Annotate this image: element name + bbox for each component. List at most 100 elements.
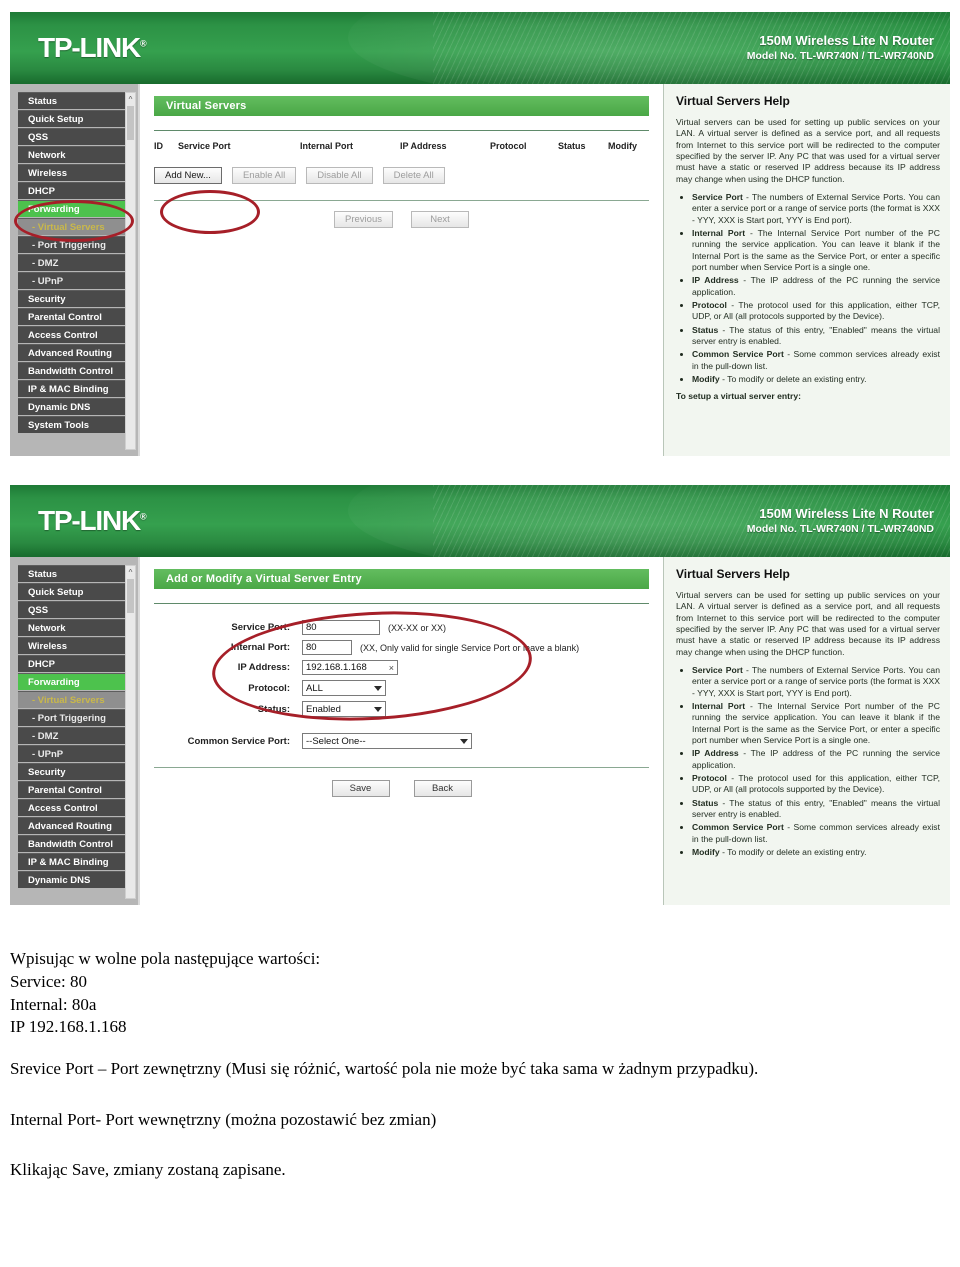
tplink-logo: TP-LINK® [38,507,147,535]
sidebar-item-network[interactable]: Network [18,619,130,636]
column-status: Status [558,141,586,151]
status-label: Status: [257,703,290,715]
help-item-service-port: Service Port - The numbers of External S… [692,665,940,699]
help-term: Service Port [692,664,743,675]
disable-all-button[interactable]: Disable All [306,167,373,184]
help-item-service-port: Service Port - The numbers of External S… [692,192,940,226]
scrollbar-thumb[interactable] [127,579,134,613]
sidebar-scrollbar[interactable]: ^ [125,565,136,899]
save-button[interactable]: Save [331,780,390,797]
service-port-hint: (XX-XX or XX) [388,622,447,633]
scroll-up-arrow-icon[interactable]: ^ [126,93,135,105]
sidebar-item-forwarding[interactable]: Forwarding [18,200,130,217]
sidebar-item-parental-control[interactable]: Parental Control [18,308,130,325]
chevron-down-icon [460,737,468,746]
sidebar-scrollbar[interactable]: ^ [125,92,136,450]
sidebar-item-qss[interactable]: QSS [18,128,130,145]
clear-icon[interactable]: × [383,663,394,673]
protocol-label: Protocol: [248,682,290,694]
instruction-notes: Wpisując w wolne pola następujące wartoś… [10,948,950,1183]
protocol-select[interactable]: ALL [302,680,386,696]
router-header: TP-LINK® 150M Wireless Lite N Router Mod… [10,12,950,84]
chevron-down-icon [374,684,382,693]
help-item-ip-address: IP Address - The IP address of the PC ru… [692,748,940,771]
sidebar-item-dmz[interactable]: - DMZ [18,727,130,744]
sidebar-item-advanced-routing[interactable]: Advanced Routing [18,344,130,361]
sidebar-item-advanced-routing[interactable]: Advanced Routing [18,817,130,834]
sidebar-item-dynamic-dns[interactable]: Dynamic DNS [18,871,130,888]
sidebar-item-upnp[interactable]: - UPnP [18,272,130,289]
sidebar-item-access-control[interactable]: Access Control [18,326,130,343]
sidebar-item-security[interactable]: Security [18,763,130,780]
next-button[interactable]: Next [410,211,469,228]
internal-port-input[interactable]: 80 [302,640,352,655]
sidebar-item-access-control[interactable]: Access Control [18,799,130,816]
model-title: 150M Wireless Lite N Router [759,32,934,48]
sidebar-item-wireless[interactable]: Wireless [18,637,130,654]
sidebar-item-security[interactable]: Security [18,290,130,307]
help-term: Modify [692,374,720,385]
sidebar-item-status[interactable]: Status [18,92,130,109]
form-actions: Save Back [154,780,649,797]
sidebar-item-wireless[interactable]: Wireless [18,164,130,181]
sidebar-item-dynamic-dns[interactable]: Dynamic DNS [18,398,130,415]
previous-button[interactable]: Previous [334,211,393,228]
protocol-value: ALL [306,682,323,694]
help-text: - To modify or delete an existing entry. [719,374,867,385]
notes-ip-value: IP 192.168.1.168 [10,1017,127,1037]
virtual-server-form: Service Port: 80 (XX-XX or XX) Internal … [154,604,649,797]
notes-intro-line: Wpisując w wolne pola następujące wartoś… [10,949,321,968]
sidebar-item-virtual-servers[interactable]: - Virtual Servers [18,691,130,708]
help-item-modify: Modify - To modify or delete an existing… [692,847,940,858]
help-term: Protocol [692,772,727,783]
enable-all-button[interactable]: Enable All [231,167,297,184]
help-item-internal-port: Internal Port - The Internal Service Por… [692,701,940,746]
sidebar-item-port-triggering[interactable]: - Port Triggering [18,236,130,253]
sidebar-item-network[interactable]: Network [18,146,130,163]
sidebar-item-dmz[interactable]: - DMZ [18,254,130,271]
sidebar-item-forwarding[interactable]: Forwarding [18,673,130,690]
sidebar-item-ip-mac-binding[interactable]: IP & MAC Binding [18,853,130,870]
status-select[interactable]: Enabled [302,701,386,717]
help-term: Status [692,797,719,808]
pagination: Previous Next [154,211,649,228]
router-body: Status Quick Setup QSS Network Wireless … [10,557,950,905]
column-modify: Modify [608,141,637,151]
sidebar-item-dhcp[interactable]: DHCP [18,182,130,199]
help-term: IP Address [692,748,739,759]
ip-address-input[interactable]: 192.168.1.168 × [302,660,398,675]
common-service-port-value: --Select One-- [306,735,366,747]
sidebar-nav: Status Quick Setup QSS Network Wireless … [10,84,140,456]
service-port-input[interactable]: 80 [302,620,380,635]
delete-all-button[interactable]: Delete All [382,167,445,184]
sidebar-item-quick-setup[interactable]: Quick Setup [18,583,130,600]
scrollbar-thumb[interactable] [127,106,134,140]
add-new-button[interactable]: Add New... [154,167,222,184]
panel-title: Virtual Servers [154,96,649,116]
help-text: - The protocol used for this application… [692,299,940,322]
sidebar-item-qss[interactable]: QSS [18,601,130,618]
form-row-ip-address: IP Address: 192.168.1.168 × [154,660,649,675]
internal-port-label: Internal Port: [230,642,290,653]
help-term: Common Service Port [692,822,784,833]
sidebar-item-system-tools[interactable]: System Tools [18,416,130,433]
help-intro: Virtual servers can be used for setting … [676,116,940,184]
common-service-port-select[interactable]: --Select One-- [302,733,472,749]
sidebar-item-status[interactable]: Status [18,565,130,582]
sidebar-item-bandwidth-control[interactable]: Bandwidth Control [18,362,130,379]
sidebar-item-upnp[interactable]: - UPnP [18,745,130,762]
help-intro: Virtual servers can be used for setting … [676,589,940,657]
sidebar-item-parental-control[interactable]: Parental Control [18,781,130,798]
common-service-port-label: Common Service Port: [187,735,290,747]
sidebar-item-ip-mac-binding[interactable]: IP & MAC Binding [18,380,130,397]
model-info: 150M Wireless Lite N Router Model No. TL… [747,33,934,63]
sidebar-item-dhcp[interactable]: DHCP [18,655,130,672]
sidebar-item-virtual-servers[interactable]: - Virtual Servers [18,218,130,235]
page-root: TP-LINK® 150M Wireless Lite N Router Mod… [0,0,960,1267]
sidebar-item-bandwidth-control[interactable]: Bandwidth Control [18,835,130,852]
sidebar-item-quick-setup[interactable]: Quick Setup [18,110,130,127]
scroll-up-arrow-icon[interactable]: ^ [126,566,135,578]
sidebar-item-port-triggering[interactable]: - Port Triggering [18,709,130,726]
column-internal-port: Internal Port [300,141,354,151]
back-button[interactable]: Back [413,780,472,797]
